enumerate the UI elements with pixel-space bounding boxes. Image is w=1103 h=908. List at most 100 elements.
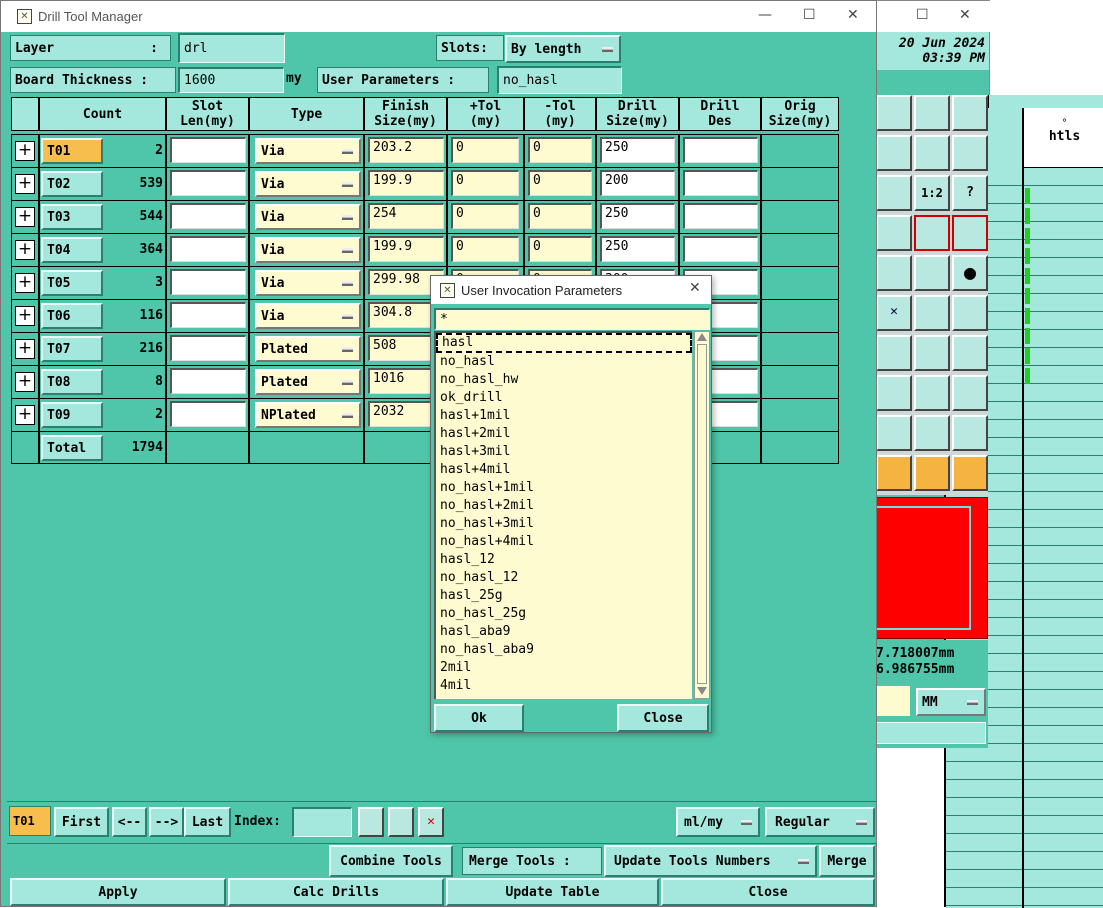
expand-icon[interactable]: + — [15, 339, 35, 359]
close-icon[interactable]: ✕ — [847, 7, 859, 23]
type-dropdown[interactable]: Via — [255, 237, 361, 263]
home-icon[interactable] — [914, 95, 950, 131]
units-select[interactable]: ml/my — [676, 807, 760, 837]
minus-tol-input[interactable]: 0 — [528, 170, 592, 196]
slot-len-input[interactable] — [170, 170, 246, 196]
expand-icon[interactable]: + — [15, 141, 35, 161]
tool-button[interactable]: T06 — [41, 303, 103, 329]
drill-des-input[interactable] — [683, 137, 758, 163]
move2-icon[interactable] — [952, 295, 988, 331]
expand-icon[interactable]: + — [15, 306, 35, 326]
select2-icon[interactable] — [914, 455, 950, 491]
shape-icon[interactable] — [876, 255, 912, 291]
wire-icon[interactable] — [876, 375, 912, 411]
list-item[interactable]: hasl — [436, 333, 692, 353]
type-dropdown[interactable]: Via — [255, 171, 361, 197]
type-dropdown[interactable]: NPlated — [255, 402, 361, 428]
type-dropdown[interactable]: Via — [255, 204, 361, 230]
dialog-list[interactable]: hasl no_hasl no_hasl_hw ok_drill hasl+1mil ha… — [434, 331, 692, 699]
list-item[interactable]: hasl+1mil — [436, 407, 692, 425]
expand-icon[interactable]: + — [15, 405, 35, 425]
help-icon[interactable]: ? — [952, 175, 988, 211]
minus-tol-input[interactable]: 0 — [528, 203, 592, 229]
route-icon[interactable] — [952, 135, 988, 171]
save-icon[interactable] — [876, 95, 912, 131]
tool-button[interactable]: T03 — [41, 204, 103, 230]
connect2-icon[interactable] — [952, 215, 988, 251]
list-item[interactable]: hasl_aba9 — [436, 623, 692, 641]
next-button[interactable]: --> — [149, 807, 184, 837]
pad-icon[interactable]: ● — [952, 255, 988, 291]
tool-button[interactable]: T01 — [41, 138, 103, 164]
close-button[interactable]: Close — [661, 878, 875, 906]
expand-icon[interactable]: + — [15, 273, 35, 293]
type-dropdown[interactable]: Plated — [255, 336, 361, 362]
undo-icon[interactable] — [914, 135, 950, 171]
dialog-scrollbar[interactable] — [694, 331, 710, 699]
zoom-icon[interactable] — [876, 175, 912, 211]
box-icon[interactable] — [914, 375, 950, 411]
layer-field[interactable]: drl — [178, 33, 285, 63]
dialog-close-icon[interactable]: ✕ — [689, 280, 701, 296]
merge-button[interactable]: Merge — [819, 845, 875, 877]
select3-icon[interactable] — [952, 455, 988, 491]
list-item[interactable]: no_hasl+3mil — [436, 515, 692, 533]
list-item[interactable]: no_hasl_25g — [436, 605, 692, 623]
maximize-icon[interactable]: ☐ — [803, 7, 816, 23]
prev-button[interactable]: <-- — [112, 807, 147, 837]
plus-tol-input[interactable]: 0 — [451, 236, 519, 262]
dialog-ok-button[interactable]: Ok — [434, 704, 524, 732]
units-dropdown[interactable]: MM — [916, 688, 986, 716]
panel-icon[interactable] — [952, 95, 988, 131]
slot-len-input[interactable] — [170, 302, 246, 328]
user-params-field[interactable]: no_hasl — [497, 66, 622, 94]
grid-icon[interactable] — [876, 215, 912, 251]
scale-icon[interactable]: 1:2 — [914, 175, 950, 211]
finish-size-input[interactable]: 254 — [368, 203, 444, 229]
combine-tools-button[interactable]: Combine Tools — [329, 845, 453, 877]
list-item[interactable]: no_hasl+1mil — [436, 479, 692, 497]
connect-icon[interactable] — [914, 215, 950, 251]
dialog-filter-field[interactable]: * — [434, 308, 710, 330]
tool-button[interactable]: T02 — [41, 171, 103, 197]
list-item[interactable]: hasl+3mil — [436, 443, 692, 461]
bg-maximize-icon[interactable]: ☐ — [916, 7, 929, 23]
finish-size-input[interactable]: 199.9 — [368, 170, 444, 196]
tri3-icon[interactable] — [952, 415, 988, 451]
drill-des-input[interactable] — [683, 203, 758, 229]
list-item[interactable]: no_hasl_12 — [436, 569, 692, 587]
expand-icon[interactable]: + — [15, 174, 35, 194]
scan-icon[interactable] — [388, 807, 414, 837]
export-icon[interactable] — [876, 135, 912, 171]
tool-button[interactable]: T08 — [41, 369, 103, 395]
bg-input[interactable] — [870, 722, 986, 744]
list-item[interactable]: hasl+4mil — [436, 461, 692, 479]
slots-dropdown[interactable]: By length — [505, 35, 621, 63]
drill-size-input[interactable]: 250 — [600, 236, 675, 262]
list-item[interactable]: ok_drill — [436, 389, 692, 407]
update-table-button[interactable]: Update Table — [446, 878, 659, 906]
bulb-icon[interactable] — [358, 807, 384, 837]
last-button[interactable]: Last — [184, 807, 231, 837]
update-numbers-dropdown[interactable]: Update Tools Numbers — [604, 845, 817, 877]
index-field[interactable] — [292, 807, 352, 837]
type-dropdown[interactable]: Via — [255, 270, 361, 296]
tri-icon[interactable] — [876, 415, 912, 451]
select-icon[interactable] — [876, 455, 912, 491]
move-icon[interactable] — [914, 295, 950, 331]
finish-size-input[interactable]: 203.2 — [368, 137, 444, 163]
slot-len-input[interactable] — [170, 368, 246, 394]
minimize-icon[interactable]: — — [758, 7, 772, 23]
plus-tol-input[interactable]: 0 — [451, 137, 519, 163]
drill-size-input[interactable]: 250 — [600, 203, 675, 229]
list-item[interactable]: 4mil — [436, 677, 692, 695]
list-item[interactable]: no_hasl_aba9 — [436, 641, 692, 659]
drill-des-input[interactable] — [683, 236, 758, 262]
slot-len-input[interactable] — [170, 203, 246, 229]
tri2-icon[interactable] — [914, 415, 950, 451]
slot-len-input[interactable] — [170, 269, 246, 295]
finish-size-input[interactable]: 199.9 — [368, 236, 444, 262]
drill-size-input[interactable]: 250 — [600, 137, 675, 163]
list-item[interactable]: no_hasl+4mil — [436, 533, 692, 551]
tool-button[interactable]: T05 — [41, 270, 103, 296]
